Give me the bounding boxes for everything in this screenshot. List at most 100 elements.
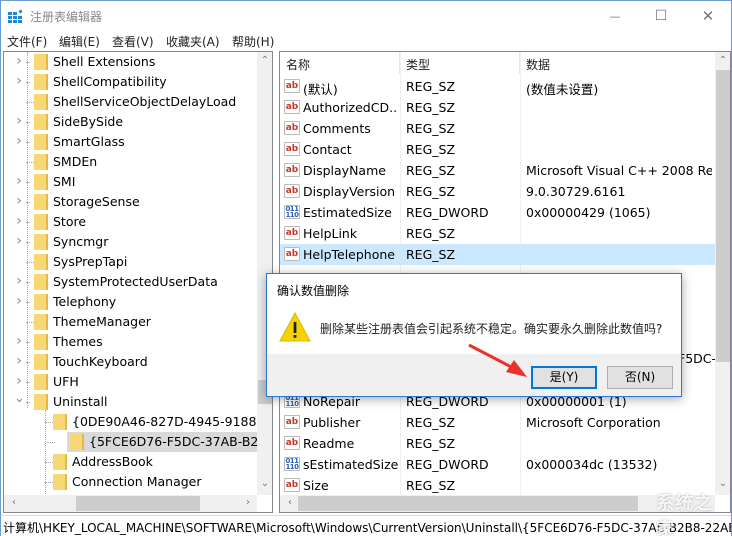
tree-connector (26, 142, 30, 143)
tree-item[interactable]: › UFH (4, 372, 258, 392)
tree-item[interactable]: › TouchKeyboard (4, 352, 258, 372)
tree-item[interactable]: › Shell Extensions (4, 52, 258, 72)
chevron-right-icon[interactable]: › (14, 273, 24, 289)
tree-item-label: Syncmgr (53, 234, 109, 249)
tree-item[interactable]: › StorageSense (4, 192, 258, 212)
value-row[interactable]: ab Size REG_SZ (280, 475, 715, 496)
folder-icon (34, 294, 48, 310)
scroll-left-icon[interactable]: ‹ (282, 497, 298, 508)
tree-item[interactable]: › SideBySide (4, 112, 258, 132)
scroll-right-icon[interactable]: › (240, 497, 256, 508)
value-row[interactable]: 011 110 sEstimatedSize2 REG_DWORD 0x000034dc… (280, 454, 715, 475)
chevron-right-icon[interactable]: › (14, 213, 24, 229)
menu-view[interactable]: 查看(V) (112, 33, 154, 50)
chevron-right-icon[interactable]: › (14, 53, 24, 69)
yes-button[interactable]: 是(Y) (531, 366, 597, 389)
tree-item[interactable]: › Syncmgr (4, 232, 258, 252)
chevron-right-icon[interactable]: › (14, 333, 24, 349)
value-row[interactable]: ab HelpTelephone REG_SZ (280, 244, 715, 265)
value-row[interactable]: ab Comments REG_SZ (280, 118, 715, 139)
value-type: REG_SZ (406, 142, 456, 157)
tree-item[interactable]: ShellServiceObjectDelayLoad (4, 92, 258, 112)
chevron-right-icon[interactable]: › (14, 193, 24, 209)
tree-item[interactable]: ThemeManager (4, 312, 258, 332)
chevron-right-icon[interactable]: › (14, 173, 24, 189)
chevron-right-icon[interactable]: › (14, 133, 24, 149)
tree-connector (45, 422, 53, 423)
scroll-up-icon[interactable]: ⌃ (715, 55, 730, 66)
tree-item[interactable]: › Store (4, 212, 258, 232)
minimize-button[interactable]: — (592, 1, 638, 31)
tree-item[interactable]: {5FCE6D76-F5DC-37AB-B2B8-22 (47, 432, 272, 452)
tree-horizontal-scroll-thumb[interactable] (76, 496, 200, 511)
menu-favorites[interactable]: 收藏夹(A) (166, 33, 220, 50)
chevron-right-icon[interactable]: › (14, 233, 24, 249)
list-horizontal-scroll-thumb[interactable] (298, 496, 638, 511)
value-row[interactable]: ab DisplayVersion REG_SZ 9.0.30729.6161 (280, 181, 715, 202)
value-type: REG_SZ (406, 415, 456, 430)
value-row[interactable]: ab HelpLink REG_SZ (280, 223, 715, 244)
scroll-down-icon[interactable]: ⌄ (715, 478, 730, 489)
tree-item-label: SysPrepTapi (53, 254, 128, 269)
column-header-type[interactable]: 类型 (400, 52, 520, 74)
close-button[interactable]: ✕ (685, 1, 731, 31)
chevron-right-icon[interactable]: › (14, 293, 24, 309)
registry-key-tree[interactable]: › Shell Extensions › ShellCompatibility Shel… (3, 51, 273, 513)
tree-item-label: Connection Manager (72, 474, 202, 489)
chevron-right-icon[interactable]: › (14, 373, 24, 389)
chevron-right-icon[interactable]: › (14, 113, 24, 129)
value-row[interactable]: ab Publisher REG_SZ Microsoft Corporation (280, 412, 715, 433)
column-header-name[interactable]: 名称 (280, 52, 400, 74)
value-row[interactable]: ab (默认) REG_SZ (数值未设置) (280, 76, 715, 97)
folder-icon (34, 194, 48, 210)
menu-edit[interactable]: 编辑(E) (59, 33, 100, 50)
chevron-down-icon[interactable]: ⌄ (14, 391, 25, 406)
menu-help[interactable]: 帮助(H) (232, 33, 274, 50)
tree-item[interactable]: › SystemProtectedUserData (4, 272, 258, 292)
value-row[interactable]: 011 110 EstimatedSize REG_DWORD 0x00000429 (… (280, 202, 715, 223)
column-header-data[interactable]: 数据 (520, 52, 715, 74)
folder-icon (34, 354, 48, 370)
list-vertical-scroll-thumb[interactable] (716, 70, 730, 362)
scroll-down-icon[interactable]: ⌄ (257, 478, 272, 489)
tree-item[interactable]: › Telephony (4, 292, 258, 312)
string-value-icon: ab (284, 247, 300, 261)
value-name: EstimatedSize (303, 205, 392, 220)
value-data: 9.0.30729.6161 (526, 184, 626, 199)
value-name: DisplayName (303, 163, 386, 178)
scroll-left-icon[interactable]: ‹ (6, 497, 22, 508)
tree-item[interactable]: Connection Manager (4, 472, 258, 492)
tree-item[interactable]: › SMI (4, 172, 258, 192)
tree-item[interactable]: › ShellCompatibility (4, 72, 258, 92)
chevron-right-icon[interactable]: › (14, 73, 24, 89)
tree-item[interactable]: › SmartGlass (4, 132, 258, 152)
tree-item[interactable]: SysPrepTapi (4, 252, 258, 272)
value-row[interactable]: ab Contact REG_SZ (280, 139, 715, 160)
folder-icon (34, 374, 48, 390)
tree-horizontal-scrollbar[interactable]: ‹ › (4, 495, 257, 512)
value-row[interactable]: ab AuthorizedCD... REG_SZ (280, 97, 715, 118)
list-horizontal-scrollbar[interactable]: ‹ (280, 495, 715, 512)
tree-item[interactable]: ⌄ Uninstall (4, 391, 258, 412)
value-name: HelpTelephone (303, 247, 395, 262)
value-row[interactable]: ab DisplayName REG_SZ Microsoft Visual C++ … (280, 160, 715, 181)
maximize-button[interactable]: ☐ (638, 1, 684, 31)
value-row[interactable]: ab Readme REG_SZ (280, 433, 715, 454)
value-name: HelpLink (303, 226, 358, 241)
watermark-logo: 系统之家 (656, 493, 713, 536)
tree-item[interactable]: › Themes (4, 332, 258, 352)
value-name: AuthorizedCD... (303, 100, 398, 115)
list-vertical-scrollbar[interactable]: ⌃ ⌄ (715, 52, 730, 495)
chevron-right-icon[interactable]: › (14, 353, 24, 369)
value-type: REG_SZ (406, 436, 456, 451)
scroll-up-icon[interactable]: ⌃ (257, 55, 272, 66)
value-type: REG_SZ (406, 163, 456, 178)
tree-item[interactable]: SMDEn (4, 152, 258, 172)
tree-item[interactable]: {0DE90A46-827D-4945-9188-877 (4, 412, 272, 432)
string-value-icon: ab (284, 436, 300, 450)
warning-icon (279, 312, 311, 342)
tree-item[interactable]: AddressBook (4, 452, 258, 472)
no-button[interactable]: 否(N) (607, 366, 673, 389)
menu-file[interactable]: 文件(F) (7, 33, 47, 50)
window-title: 注册表编辑器 (30, 10, 103, 24)
